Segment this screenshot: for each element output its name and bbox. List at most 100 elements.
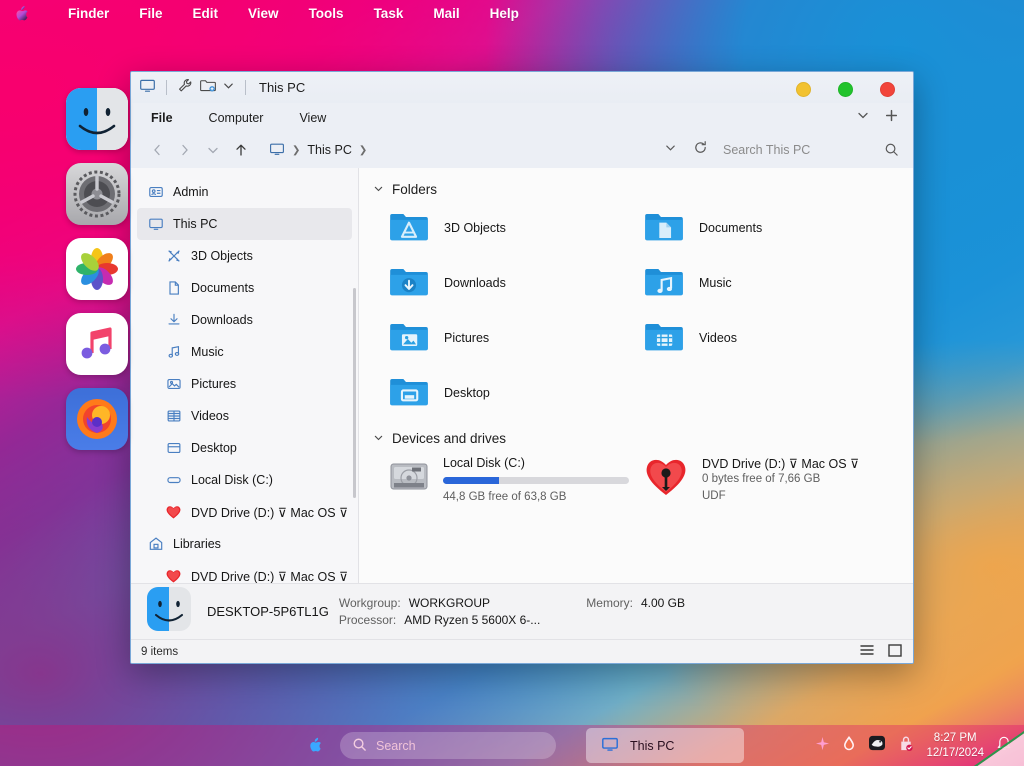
folder-tile-music[interactable]: Music [642, 260, 897, 305]
water-drop-icon[interactable] [842, 735, 856, 756]
drive-capacity-local-disk: 44,8 GB free of 63,8 GB [443, 491, 567, 503]
folder-tile-pictures[interactable]: Pictures [387, 315, 642, 360]
menubar-item-file[interactable]: File [124, 0, 177, 28]
new-tab-plus-icon[interactable] [884, 108, 899, 128]
sidebar-item-label: DVD Drive (D:) ⊽ Mac OS ⊽ [191, 569, 349, 584]
new-folder-icon[interactable] [199, 77, 217, 99]
breadcrumb[interactable]: ❯ This PC ❯ [269, 141, 367, 160]
finder-icon [145, 585, 193, 638]
workgroup-key: Workgroup: [338, 596, 401, 610]
taskbar-search-input[interactable]: Search [340, 732, 556, 759]
close-button[interactable] [880, 82, 895, 97]
details-pane: DESKTOP-5P6TL1G Workgroup: WORKGROUP Pro… [131, 583, 913, 639]
sidebar-item-3d-objects[interactable]: 3D Objects [131, 240, 358, 272]
desktop-menubar: Finder File Edit View Tools Task Mail He… [0, 0, 1024, 28]
titlebar-divider-2 [245, 80, 246, 95]
clock-date: 12/17/2024 [926, 746, 984, 759]
dock-icon-finder[interactable] [66, 88, 128, 150]
sidebar-item-local-disk-c[interactable]: Local Disk (C:) [131, 464, 358, 496]
sidebar-item-dvd-drive-d-mac-os[interactable]: DVD Drive (D:) ⊽ Mac OS ⊽ [131, 560, 358, 583]
menubar-item-view[interactable]: View [233, 0, 294, 28]
sidebar-item-dvd-drive-d-mac-os[interactable]: DVD Drive (D:) ⊽ Mac OS ⊽ [131, 496, 358, 528]
folder-tile-downloads[interactable]: Downloads [387, 260, 642, 305]
sparkle-icon[interactable] [815, 736, 830, 756]
search-icon[interactable] [884, 142, 899, 160]
tab-view[interactable]: View [299, 111, 326, 125]
folders-group-header[interactable]: Folders [373, 182, 897, 197]
breadcrumb-separator-2[interactable]: ❯ [359, 145, 367, 156]
sidebar-item-desktop[interactable]: Desktop [131, 432, 358, 464]
menubar-item-help[interactable]: Help [475, 0, 534, 28]
recent-locations-button[interactable] [199, 136, 227, 164]
forward-button[interactable] [171, 136, 199, 164]
search-input[interactable]: Search This PC [715, 137, 905, 163]
sidebar-item-libraries[interactable]: Libraries [131, 528, 358, 560]
folders-group-label: Folders [392, 182, 438, 197]
sidebar-item-pictures[interactable]: Pictures [131, 368, 358, 400]
menubar-item-edit[interactable]: Edit [178, 0, 234, 28]
titlebar-chevron-down-icon[interactable] [222, 79, 235, 97]
tile-view-icon[interactable] [887, 643, 903, 661]
drive-item-local-disk[interactable]: Local Disk (C:) 44,8 GB free of 63,8 GB [387, 454, 642, 506]
navigation-bar: ❯ This PC ❯ Search This PC [131, 132, 913, 168]
3d-objects-icon [165, 248, 182, 265]
taskbar-monitor-icon [601, 735, 619, 756]
apple-logo-icon[interactable] [14, 4, 31, 24]
taskbar-button-this-pc[interactable]: This PC [586, 728, 744, 763]
security-lock-icon[interactable] [898, 735, 914, 757]
folder-pictures-icon [387, 315, 431, 360]
folder-tile-videos[interactable]: Videos [642, 315, 897, 360]
system-tray: 8:27 PM 12/17/2024 [815, 731, 1012, 760]
bird-icon[interactable] [868, 735, 886, 756]
sidebar-item-admin[interactable]: Admin [131, 176, 358, 208]
file-explorer-window: This PC File Computer View ❯ This PC ❯ S… [130, 71, 914, 664]
menubar-item-task[interactable]: Task [359, 0, 419, 28]
sidebar-item-music[interactable]: Music [131, 336, 358, 368]
dock-icon-system-preferences[interactable] [66, 163, 128, 225]
menubar-item-mail[interactable]: Mail [418, 0, 474, 28]
sidebar-item-downloads[interactable]: Downloads [131, 304, 358, 336]
dock-icon-firefox[interactable] [66, 388, 128, 450]
minimize-button[interactable] [796, 82, 811, 97]
refresh-icon[interactable] [685, 140, 715, 160]
address-dropdown-icon[interactable] [655, 141, 685, 159]
search-placeholder-text: Search This PC [723, 143, 811, 157]
drive-item-dvd-drive[interactable]: DVD Drive (D:) ⊽ Mac OS ⊽ 0 bytes free o… [642, 454, 897, 506]
collapse-ribbon-icon[interactable] [856, 108, 870, 127]
processor-key: Processor: [338, 613, 397, 627]
folder-tile-desktop[interactable]: Desktop [387, 370, 642, 415]
breadcrumb-item-this-pc[interactable]: This PC [307, 143, 351, 157]
folder-tile-label: Music [699, 275, 732, 290]
memory-value: 4.00 GB [640, 596, 685, 610]
sidebar-item-label: Music [191, 345, 224, 359]
navigation-pane: Admin This PC 3D Objects Documents Downloads… [131, 168, 359, 583]
menubar-item-finder[interactable]: Finder [53, 0, 124, 28]
content-pane: Folders 3D Objects Documents Downloads Musi… [359, 168, 913, 583]
sidebar-item-this-pc[interactable]: This PC [137, 208, 352, 240]
folders-grid: 3D Objects Documents Downloads Music Picture… [373, 205, 897, 415]
wrench-icon[interactable] [177, 77, 194, 99]
dock-icon-photos[interactable] [66, 238, 128, 300]
sidebar-item-documents[interactable]: Documents [131, 272, 358, 304]
tab-computer[interactable]: Computer [209, 111, 264, 125]
drives-grid: Local Disk (C:) 44,8 GB free of 63,8 GB [373, 454, 897, 506]
window-titlebar[interactable]: This PC [131, 72, 913, 103]
details-row-memory: Memory: 4.00 GB [586, 596, 685, 610]
list-view-icon[interactable] [859, 643, 875, 660]
folder-tile-3d-objects[interactable]: 3D Objects [387, 205, 642, 250]
drives-group-header[interactable]: Devices and drives [373, 431, 897, 446]
item-count: 9 items [141, 645, 179, 658]
drives-chevron-down-icon[interactable] [373, 432, 384, 446]
sidebar-scrollbar[interactable] [353, 288, 356, 498]
up-button[interactable] [227, 136, 255, 164]
sidebar-item-videos[interactable]: Videos [131, 400, 358, 432]
dock-icon-music[interactable] [66, 313, 128, 375]
back-button[interactable] [143, 136, 171, 164]
maximize-button[interactable] [838, 82, 853, 97]
tab-file[interactable]: File [151, 111, 173, 125]
taskbar-apple-logo-icon[interactable] [308, 736, 324, 755]
taskbar-clock[interactable]: 8:27 PM 12/17/2024 [926, 731, 984, 760]
menubar-item-tools[interactable]: Tools [294, 0, 359, 28]
folder-tile-documents[interactable]: Documents [642, 205, 897, 250]
folders-chevron-down-icon[interactable] [373, 183, 384, 197]
